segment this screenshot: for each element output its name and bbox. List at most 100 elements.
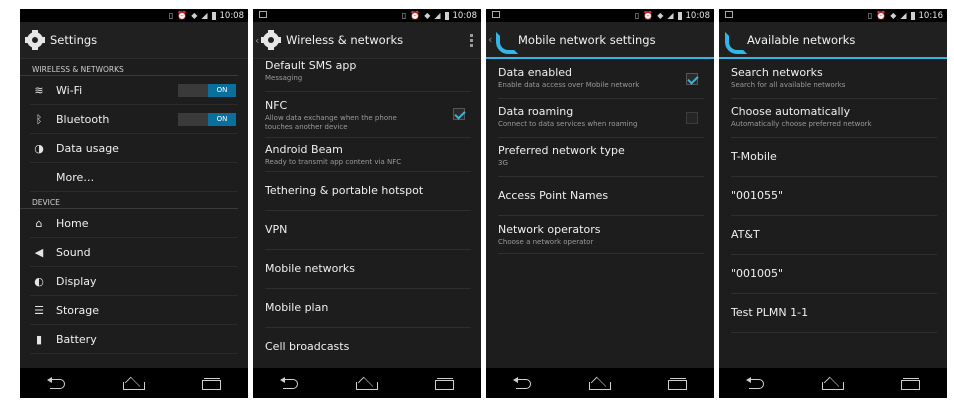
pref-title: Mobile plan — [265, 301, 329, 314]
action-bar[interactable]: ‹ Mobile network settings — [486, 22, 714, 59]
network-item[interactable]: T-Mobile — [731, 138, 937, 177]
settings-item-bluetooth[interactable]: ᛒ Bluetooth ON — [30, 105, 238, 134]
pref-title: Mobile networks — [265, 262, 355, 275]
recents-icon[interactable] — [898, 377, 920, 390]
settings-item-wifi[interactable]: ≋ Wi-Fi ON — [30, 76, 238, 105]
data-roaming-checkbox[interactable] — [686, 112, 698, 124]
data-enabled-checkbox[interactable] — [686, 73, 698, 85]
network-item[interactable]: AT&T — [731, 216, 937, 255]
home-nav-icon[interactable] — [588, 378, 611, 390]
network-item[interactable]: Test PLMN 1-1 — [731, 294, 937, 333]
pref-title: Preferred network type — [498, 144, 625, 157]
recents-icon[interactable] — [665, 377, 687, 390]
action-bar[interactable]: ‹ Wireless & networks — [253, 22, 481, 59]
action-bar: Available networks — [719, 22, 947, 59]
status-time: 10:16 — [918, 10, 944, 21]
item-label: Bluetooth — [56, 112, 110, 126]
alarm-icon: ⏰ — [177, 11, 188, 20]
pref-summary: Messaging — [265, 74, 303, 82]
back-icon[interactable] — [746, 377, 766, 389]
back-icon[interactable] — [47, 377, 67, 389]
settings-item-data-usage[interactable]: ◑ Data usage — [30, 134, 238, 163]
pref-summary: Enable data access over Mobile network — [498, 81, 640, 89]
item-label: Sound — [56, 245, 91, 259]
back-icon[interactable] — [280, 377, 300, 389]
pref-nfc[interactable]: NFC Allow data exchange when the phone t… — [265, 92, 471, 138]
item-label: Display — [56, 274, 97, 288]
pref-data-enabled[interactable]: Data enabled Enable data access over Mob… — [498, 60, 704, 99]
wifi-toggle[interactable]: ON — [178, 83, 236, 97]
wifi-icon: ≋ — [34, 83, 44, 97]
preference-list: Default SMS app Messaging NFC Allow data… — [253, 59, 481, 368]
recents-icon[interactable] — [432, 377, 454, 390]
action-bar: Settings — [20, 22, 248, 59]
pref-title: Android Beam — [265, 143, 343, 156]
settings-item-sound[interactable]: ◀ Sound — [30, 238, 238, 267]
navigation-bar — [486, 368, 714, 398]
wireless-networks-screen: ▯ ⏰ ◆ ◢ 10:08 ‹ Wireless & networks Defa… — [253, 9, 481, 398]
cell-signal-icon: ◢ — [201, 11, 208, 20]
pref-tethering[interactable]: Tethering & portable hotspot — [265, 172, 471, 211]
network-list: Search networks Search for all available… — [719, 60, 947, 368]
pref-network-operators[interactable]: Network operators Choose a network opera… — [498, 216, 704, 254]
battery-status-icon — [910, 11, 915, 20]
settings-list: WIRELESS & NETWORKS ≋ Wi-Fi ON ᛒ Bluetoo… — [20, 59, 248, 368]
page-title: Mobile network settings — [518, 32, 656, 47]
home-nav-icon[interactable] — [122, 378, 145, 390]
status-bar: ▯ ⏰ ◆ ◢ 10:08 — [20, 9, 248, 22]
wifi-signal-icon: ◆ — [890, 11, 897, 20]
settings-item-storage[interactable]: ☰ Storage — [30, 296, 238, 325]
nfc-checkbox[interactable] — [453, 108, 465, 120]
pref-mobile-plan[interactable]: Mobile plan — [265, 289, 471, 328]
pref-cell-broadcasts[interactable]: Cell broadcasts — [265, 328, 471, 367]
pref-vpn[interactable]: VPN — [265, 211, 471, 250]
pref-data-roaming[interactable]: Data roaming Connect to data services wh… — [498, 99, 704, 138]
phone-icon — [723, 31, 741, 49]
preference-list: Data enabled Enable data access over Mob… — [486, 60, 714, 368]
settings-item-home[interactable]: ⌂ Home — [30, 209, 238, 238]
cell-signal-icon: ◢ — [667, 11, 674, 20]
gear-icon — [261, 30, 281, 50]
pref-preferred-network-type[interactable]: Preferred network type 3G — [498, 138, 704, 177]
network-item[interactable]: "001055" — [731, 177, 937, 216]
status-bar: ▯ ⏰ ◆ ◢ 10:08 — [253, 9, 481, 22]
pref-summary: Search for all available networks — [731, 81, 846, 89]
item-label: Storage — [56, 303, 100, 317]
pref-title: Default SMS app — [265, 59, 357, 72]
pref-title: Data enabled — [498, 66, 573, 79]
pref-search-networks[interactable]: Search networks Search for all available… — [731, 60, 937, 99]
alarm-icon: ⏰ — [410, 11, 421, 20]
back-icon[interactable] — [513, 377, 533, 389]
pref-choose-automatically[interactable]: Choose automatically Automatically choos… — [731, 99, 937, 138]
status-time: 10:08 — [685, 10, 711, 21]
pref-default-sms[interactable]: Default SMS app Messaging — [265, 59, 471, 92]
settings-item-more[interactable]: More… — [30, 163, 238, 192]
vibrate-icon: ▯ — [168, 11, 174, 20]
pref-summary: 3G — [498, 159, 508, 167]
network-item[interactable]: "001005" — [731, 255, 937, 294]
settings-item-battery[interactable]: ▮ Battery — [30, 325, 238, 354]
status-bar: ▯ ⏰ ◆ ◢ 10:16 — [719, 9, 947, 22]
vibrate-icon: ▯ — [634, 11, 640, 20]
status-time: 10:08 — [452, 10, 478, 21]
item-label: Data usage — [56, 141, 119, 155]
mobile-network-settings-screen: ▯ ⏰ ◆ ◢ 10:08 ‹ Mobile network settings … — [486, 9, 714, 398]
pref-mobile-networks[interactable]: Mobile networks — [265, 250, 471, 289]
recents-icon[interactable] — [199, 377, 221, 390]
pref-android-beam[interactable]: Android Beam Ready to transmit app conte… — [265, 138, 471, 172]
battery-status-icon — [211, 11, 216, 20]
data-usage-icon: ◑ — [34, 141, 44, 155]
pref-access-point-names[interactable]: Access Point Names — [498, 177, 704, 216]
display-icon: ◐ — [34, 274, 44, 288]
page-title: Wireless & networks — [286, 33, 404, 47]
vibrate-icon: ▯ — [867, 11, 873, 20]
gear-icon — [25, 30, 45, 50]
bluetooth-toggle[interactable]: ON — [178, 112, 236, 126]
settings-item-display[interactable]: ◐ Display — [30, 267, 238, 296]
home-nav-icon[interactable] — [355, 378, 378, 390]
overflow-menu-icon[interactable] — [470, 34, 473, 47]
page-title: Available networks — [747, 32, 856, 47]
cell-signal-icon: ◢ — [434, 11, 441, 20]
battery-icon: ▮ — [35, 332, 43, 346]
home-nav-icon[interactable] — [821, 378, 844, 390]
